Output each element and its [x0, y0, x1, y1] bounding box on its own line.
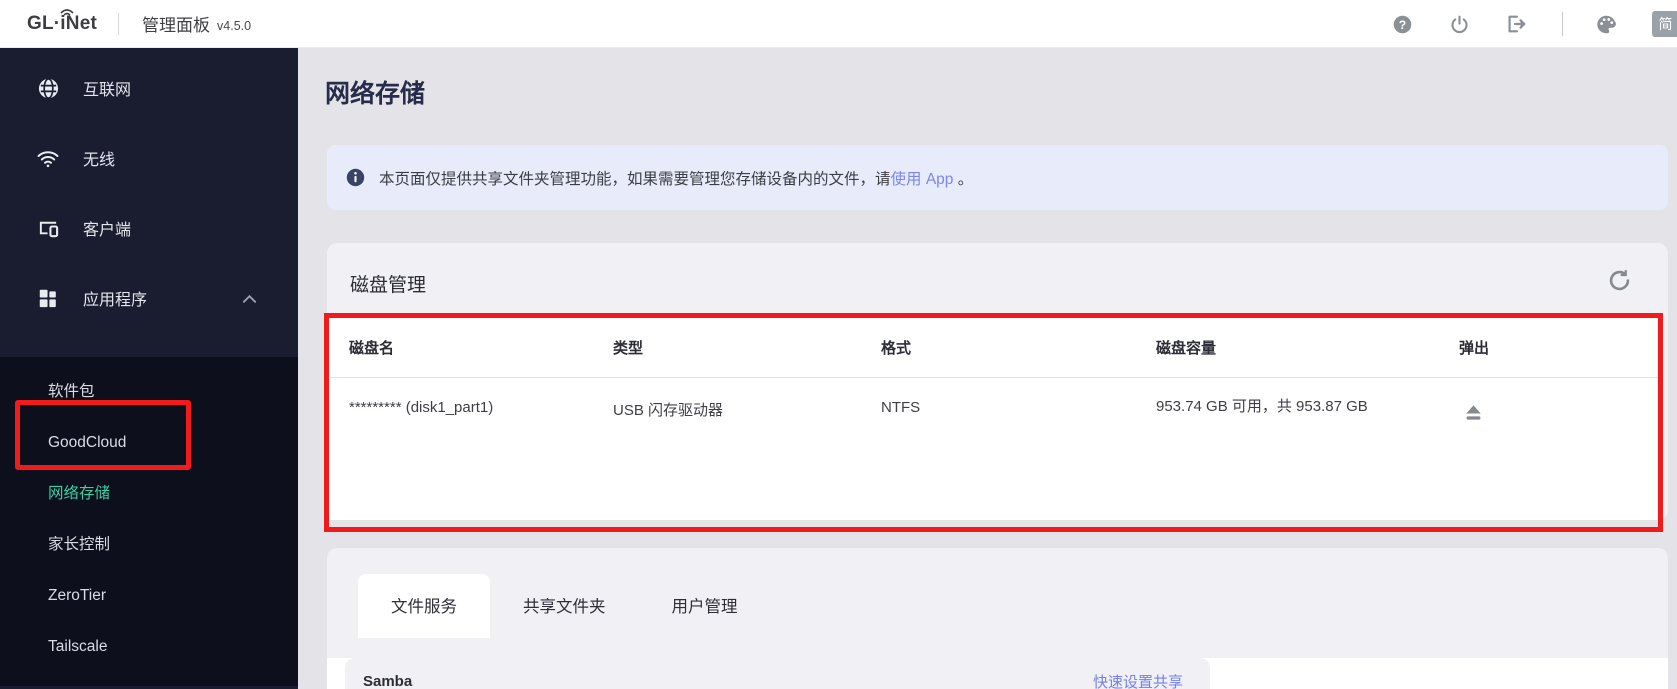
disk-management-card: 磁盘管理 磁盘名 类型 格式 磁盘容量 弹出 ********* (disk1_… [324, 243, 1668, 532]
devices-icon [36, 216, 60, 240]
col-header-type: 类型 [613, 340, 644, 357]
disk-capacity-cell: 953.74 GB 可用，共 953.87 GB [1156, 398, 1368, 415]
language-button[interactable]: 简 [1652, 11, 1677, 37]
banner-text: 本页面仅提供共享文件夹管理功能，如果需要管理您存储设备内的文件，请使用 App … [379, 167, 973, 189]
globe-icon [36, 76, 60, 100]
sidebar-item-applications[interactable]: 应用程序 [0, 263, 298, 333]
help-icon[interactable]: ? [1391, 13, 1413, 35]
power-icon[interactable] [1448, 13, 1470, 35]
top-header: GL·iNet 管理面板 v4.5.0 ? 简 [0, 0, 1677, 48]
tab-file-services[interactable]: 文件服务 [358, 574, 490, 638]
logout-icon[interactable] [1505, 13, 1527, 35]
logo-wifi-arcs-icon [60, 8, 74, 16]
wifi-icon [36, 146, 60, 170]
sidebar-item-plugins[interactable]: 软件包 [0, 366, 298, 417]
sidebar-item-clients[interactable]: 客户端 [0, 193, 298, 263]
header-actions: ? 简 [1391, 0, 1677, 48]
app-window: GL·iNet 管理面板 v4.5.0 ? 简 互联网 无线 客户端 应用程序 … [0, 0, 1677, 689]
applications-submenu: 软件包 GoodCloud 网络存储 家长控制 ZeroTier Tailsca… [0, 357, 298, 686]
sidebar-item-label: 无线 [83, 152, 116, 169]
disk-table-row: ********* (disk1_part1) USB 闪存驱动器 NTFS 9… [330, 378, 1657, 428]
svg-text:?: ? [1398, 17, 1405, 31]
sidebar-item-goodcloud[interactable]: GoodCloud [0, 417, 298, 468]
sidebar-item-tailscale[interactable]: Tailscale [0, 621, 298, 672]
banner-text-after: 。 [953, 170, 974, 188]
info-icon [346, 168, 365, 187]
disk-table-header: 磁盘名 类型 格式 磁盘容量 弹出 [330, 318, 1657, 378]
tab-user-management[interactable]: 用户管理 [639, 574, 771, 638]
disk-card-title: 磁盘管理 [350, 275, 427, 296]
palette-icon[interactable] [1595, 13, 1617, 35]
panel-title: 管理面板 [142, 16, 211, 35]
use-app-link[interactable]: 使用 App [891, 171, 954, 188]
apps-grid-icon [36, 286, 60, 310]
sidebar-item-network-storage[interactable]: 网络存储 [0, 468, 298, 519]
samba-section: Samba 快速设置共享 [345, 658, 1210, 689]
sidebar-item-parental-control[interactable]: 家长控制 [0, 519, 298, 570]
disk-name-cell: ********* (disk1_part1) [349, 399, 494, 416]
header-vertical-divider [1562, 12, 1563, 36]
sidebar-item-zerotier[interactable]: ZeroTier [0, 570, 298, 621]
disk-type-cell: USB 闪存驱动器 [613, 402, 724, 419]
col-header-capacity: 磁盘容量 [1156, 340, 1217, 357]
sidebar-nav: 互联网 无线 客户端 应用程序 软件包 GoodCloud 网络存储 家长控制 … [0, 48, 298, 689]
file-services-panel: Samba 快速设置共享 [327, 658, 1668, 689]
sidebar-item-wireless[interactable]: 无线 [0, 123, 298, 193]
info-banner: 本页面仅提供共享文件夹管理功能，如果需要管理您存储设备内的文件，请使用 App … [327, 145, 1668, 210]
sidebar-item-label: 客户端 [83, 222, 132, 239]
tab-strip: 文件服务 共享文件夹 用户管理 [327, 548, 1668, 638]
chevron-up-icon [242, 291, 257, 309]
disk-format-cell: NTFS [881, 399, 921, 416]
col-header-format: 格式 [881, 340, 912, 357]
storage-services-card: 文件服务 共享文件夹 用户管理 Samba 快速设置共享 [327, 548, 1668, 689]
sidebar-item-label: 应用程序 [83, 292, 148, 309]
col-header-eject: 弹出 [1459, 340, 1490, 357]
banner-text-before: 本页面仅提供共享文件夹管理功能，如果需要管理您存储设备内的文件，请 [379, 170, 891, 188]
sidebar-item-internet[interactable]: 互联网 [0, 53, 298, 123]
disk-table: 磁盘名 类型 格式 磁盘容量 弹出 ********* (disk1_part1… [330, 318, 1657, 520]
samba-title: Samba [363, 673, 413, 689]
eject-icon[interactable] [1459, 401, 1487, 427]
panel-version: v4.5.0 [217, 18, 252, 33]
page-title: 网络存储 [325, 80, 426, 108]
sidebar-item-label: 互联网 [83, 82, 132, 99]
col-header-disk-name: 磁盘名 [349, 340, 395, 357]
tab-shared-folders[interactable]: 共享文件夹 [490, 574, 639, 638]
refresh-icon[interactable] [1606, 267, 1633, 294]
glinet-logo: GL·iNet [27, 8, 97, 35]
header-divider [118, 12, 120, 35]
quick-share-setup-link[interactable]: 快速设置共享 [1093, 671, 1183, 689]
